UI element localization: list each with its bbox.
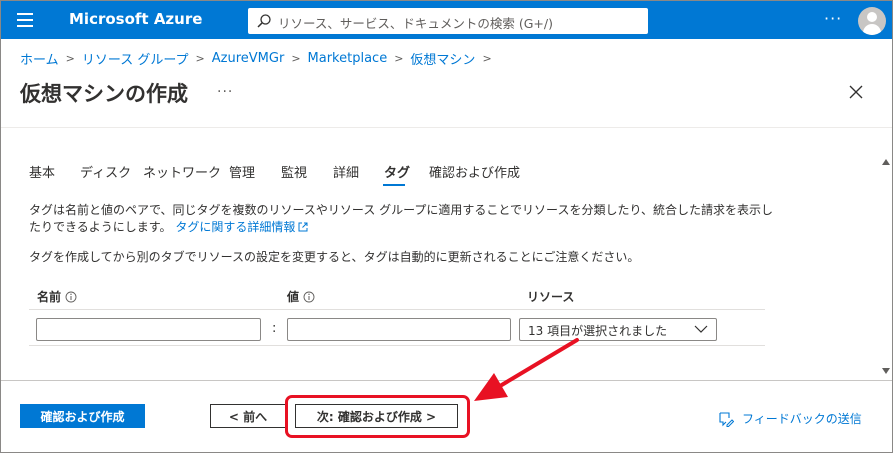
breadcrumb-separator: > <box>482 52 492 65</box>
search-icon <box>257 14 271 28</box>
tab-tags[interactable]: タグ <box>384 162 410 181</box>
avatar[interactable] <box>858 7 886 35</box>
search-placeholder: リソース、サービス、ドキュメントの検索 (G+/) <box>278 16 553 31</box>
scroll-down-icon[interactable] <box>881 366 891 376</box>
more-options-icon[interactable]: ··· <box>824 9 842 28</box>
breadcrumb-item-resource-groups[interactable]: リソース グループ <box>82 49 189 68</box>
tags-description: タグは名前と値のペアで、同じタグを複数のリソースやリソース グループに適用するこ… <box>29 202 774 236</box>
title-more-icon[interactable]: ··· <box>217 84 233 100</box>
avatar-head <box>867 12 877 22</box>
learn-more-link[interactable]: タグに関する詳細情報 <box>175 220 295 234</box>
tags-note: タグを作成してから別のタブでリソースの設定を変更すると、タグは自動的に更新される… <box>29 250 640 264</box>
page-title: 仮想マシンの作成 <box>20 82 188 106</box>
resource-dropdown-value: 13 項目が選択されました <box>528 324 668 338</box>
column-resource-label: リソース <box>527 290 575 304</box>
search-box[interactable]: リソース、サービス、ドキュメントの検索 (G+/) <box>248 8 648 34</box>
avatar-body <box>863 24 881 35</box>
tag-value-input[interactable] <box>287 318 511 341</box>
breadcrumb-separator: > <box>394 52 404 65</box>
tab-networking[interactable]: ネットワーク <box>143 162 221 181</box>
name-value-separator: : <box>272 321 277 336</box>
breadcrumb-separator: > <box>291 52 301 65</box>
info-icon[interactable] <box>65 291 77 303</box>
feedback-link[interactable]: フィードバックの送信 <box>718 410 862 427</box>
active-tab-indicator <box>383 184 405 186</box>
breadcrumb-item-vm[interactable]: 仮想マシン <box>410 49 475 68</box>
tab-review-create[interactable]: 確認および作成 <box>429 162 520 181</box>
top-bar: Microsoft Azure リソース、サービス、ドキュメントの検索 (G+/… <box>1 1 892 39</box>
external-link-icon <box>298 222 308 232</box>
grid-header-divider <box>29 309 765 310</box>
column-header-value: 値 <box>287 288 315 305</box>
review-create-button[interactable]: 確認および作成 <box>20 404 145 428</box>
close-icon[interactable] <box>848 84 864 100</box>
info-icon[interactable] <box>303 291 315 303</box>
next-review-create-button[interactable]: 次: 確認および作成 > <box>295 404 458 428</box>
breadcrumb-item-home[interactable]: ホーム <box>20 49 59 68</box>
description-text: タグは名前と値のペアで、同じタグを複数のリソースやリソース グループに適用するこ… <box>29 203 773 234</box>
column-header-resource: リソース <box>527 288 574 305</box>
column-header-name: 名前 <box>37 288 77 305</box>
breadcrumb-separator: > <box>195 52 205 65</box>
tab-management[interactable]: 管理 <box>229 162 255 181</box>
grid-row-divider <box>29 345 765 346</box>
breadcrumb-item-resource-group[interactable]: AzureVMGr <box>212 51 285 66</box>
brand-name[interactable]: Microsoft Azure <box>69 10 202 28</box>
resource-dropdown[interactable]: 13 項目が選択されました <box>519 318 717 341</box>
feedback-icon <box>719 411 734 427</box>
tag-name-input[interactable] <box>36 318 261 341</box>
column-name-label: 名前 <box>37 290 62 304</box>
breadcrumb-item-marketplace[interactable]: Marketplace <box>308 51 388 66</box>
tab-advanced[interactable]: 詳細 <box>333 162 359 181</box>
footer-divider <box>1 380 892 381</box>
scroll-up-icon[interactable] <box>881 157 891 167</box>
tab-monitoring[interactable]: 監視 <box>281 162 307 181</box>
column-value-label: 値 <box>287 290 300 304</box>
previous-button[interactable]: < 前へ <box>210 404 286 428</box>
tab-disks[interactable]: ディスク <box>80 162 131 181</box>
header-divider <box>1 127 892 128</box>
chevron-down-icon <box>694 325 708 333</box>
breadcrumb: ホーム > リソース グループ > AzureVMGr > Marketplac… <box>20 49 499 68</box>
hamburger-menu-icon[interactable] <box>17 13 33 27</box>
breadcrumb-separator: > <box>65 52 75 65</box>
tab-basics[interactable]: 基本 <box>29 162 55 181</box>
feedback-label: フィードバックの送信 <box>742 412 862 426</box>
